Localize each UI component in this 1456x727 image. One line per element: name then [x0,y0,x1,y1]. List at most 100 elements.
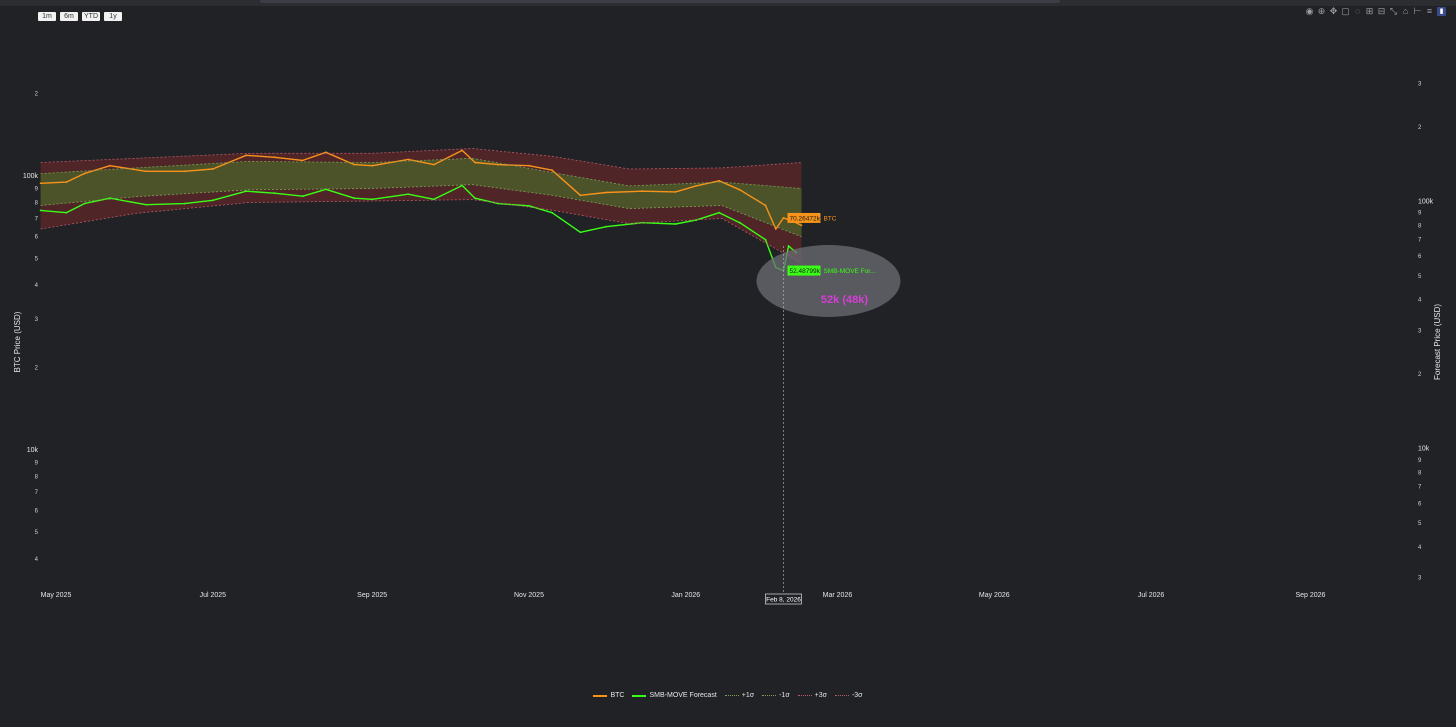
data-point-btc [39,182,42,185]
x-tick-label: Jul 2025 [200,592,227,599]
legend-item-btc[interactable]: BTC [593,692,624,699]
data-point-smbminusmove-forecast [273,192,276,195]
right-tick-label: 7 [1418,485,1422,491]
right-tick-label: 5 [1418,521,1422,527]
left-tick-label: 8 [35,474,39,480]
annotation-group: 52k (48k) [756,245,901,317]
right-tick-label: 10k [1418,445,1430,452]
data-point-btc [433,163,435,166]
data-point-btc [605,191,607,194]
right-tick-label: 8 [1418,470,1422,476]
data-point-btc [528,164,530,167]
data-point-smbminusmove-forecast [579,231,582,234]
data-point-btc [461,149,464,152]
data-point-btc [764,204,767,207]
legend-swatch-btc [593,694,608,697]
annotation-highlight-ellipse [756,245,901,317]
right-tick-label: 4 [1418,545,1422,551]
data-point-btc [353,163,356,166]
legend-label-forecast: SMB-MOVE Forecast [649,692,717,699]
left-tick-label: 10k [27,447,39,454]
hover-x-label: Feb 8, 2026 [766,597,801,604]
right-tick-label: 2 [1418,125,1422,131]
data-point-smbminusmove-forecast [83,202,86,205]
hover-value-text: 70.26472k [789,215,820,222]
data-point-btc [695,185,697,187]
legend-label-minus3: -3σ [851,692,863,699]
annotation-text: 52k (48k) [821,294,868,306]
chart-canvas[interactable]: 2 100k 9 8 7 6 5 4 3 2 10k 9 8 7 6 5 4 3 2 100k 9 8 7 6 5 4 3 2 10k… [0,0,1456,727]
right-tick-label: 6 [1418,254,1422,260]
data-point-btc [245,154,248,157]
left-tick-label: 8 [35,201,39,207]
data-point-btc [273,156,276,159]
data-point-smbminusmove-forecast [371,198,374,201]
data-point-smbminusmove-forecast [183,202,186,205]
left-tick-label: 6 [35,509,39,515]
legend-item-forecast[interactable]: SMB-MOVE Forecast [632,692,717,699]
left-tick-label: 4 [35,283,39,289]
right-tick-label: 9 [1418,458,1422,464]
right-tick-label: 3 [1418,82,1422,88]
data-point-btc [407,158,410,161]
right-tick-label: 2 [1418,372,1422,378]
right-axis-ticks: 3 2 100k 9 8 7 6 5 4 3 2 10k 9 8 7 6 5 4 3 [1418,82,1434,582]
data-point-btc [301,159,304,162]
legend-swatch-minus3 [834,695,849,696]
legend-swatch-plus3 [797,695,812,696]
right-tick-label: 3 [1418,576,1422,582]
legend-label-btc: BTC [610,692,625,699]
data-point-btc [551,169,553,172]
right-tick-label: 8 [1418,223,1422,229]
left-tick-label: 7 [35,490,39,496]
left-tick-label: 2 [35,365,39,371]
hover-name-text: SMB-MOVE For... [823,268,875,275]
legend-swatch-forecast [632,694,647,697]
data-point-smbminusmove-forecast [353,197,356,200]
data-point-btc [674,191,677,193]
legend-label-minus1: -1σ [779,692,790,699]
sigma-bands [40,148,802,264]
right-tick-label: 6 [1418,501,1422,507]
right-axis-title: Forecast Price (USD) [1433,304,1442,380]
left-tick-label: 2 [35,92,39,98]
hover-name-text: BTC [823,215,836,222]
x-tick-label: Sep 2026 [1295,592,1325,599]
legend-swatch-minus1 [762,695,777,696]
data-point-smbminusmove-forecast [718,211,721,214]
data-point-smbminusmove-forecast [738,221,741,224]
left-tick-label: 6 [35,235,39,241]
right-tick-label: 100k [1418,198,1434,205]
x-tick-label: Sep 2025 [357,592,387,599]
left-axis-title: BTC Price (USD) [13,311,22,372]
left-tick-label: 7 [35,216,39,222]
legend-label-plus1: +1σ [741,692,755,699]
data-point-smbminusmove-forecast [407,193,410,196]
x-tick-label: Jan 2026 [671,592,700,599]
data-point-btc [800,224,803,227]
data-point-smbminusmove-forecast [245,190,248,193]
data-point-smbminusmove-forecast [787,245,790,247]
data-point-smbminusmove-forecast [551,211,553,214]
right-tick-label: 3 [1418,329,1422,335]
data-point-btc [738,188,741,191]
legend-label-plus3: +3σ [814,692,827,699]
legend-swatch-plus1 [724,695,739,696]
data-point-smbminusmove-forecast [211,199,214,202]
left-axis-ticks: 2 100k 9 8 7 6 5 4 3 2 10k 9 8 7 6 5 4 [23,92,39,563]
left-tick-label: 5 [35,530,39,536]
data-point-smbminusmove-forecast [605,225,607,228]
legend-item-minus1[interactable]: -1σ [762,692,790,699]
legend-item-minus3[interactable]: -3σ [834,692,863,699]
data-point-btc [774,228,777,230]
legend-item-plus3[interactable]: +3σ [797,692,827,699]
data-point-btc [211,168,214,170]
data-point-smbminusmove-forecast [39,209,42,212]
data-point-btc [579,194,582,197]
data-point-btc [782,217,785,219]
legend-item-plus1[interactable]: +1σ [724,692,755,699]
data-point-smbminusmove-forecast [674,223,677,225]
left-tick-label: 9 [35,187,39,193]
hover-value-text: 52.48799k [789,268,820,275]
right-tick-label: 5 [1418,274,1422,280]
